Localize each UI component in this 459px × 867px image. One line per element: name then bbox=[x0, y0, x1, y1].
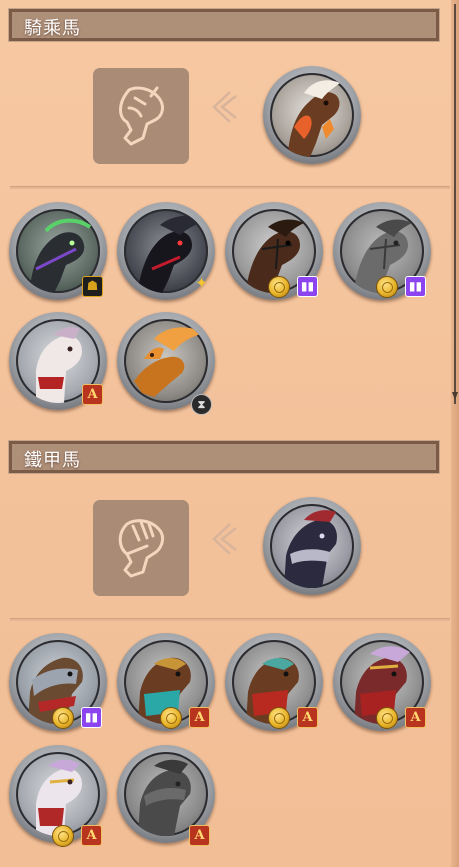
armored-horse-placeholder-icon bbox=[118, 519, 165, 578]
gold-coin-icon bbox=[376, 707, 398, 729]
section-header-riding: 騎乘馬 bbox=[8, 8, 440, 42]
hourglass-badge-icon: ⧗ bbox=[191, 394, 212, 415]
a-badge-icon: A bbox=[81, 825, 102, 846]
horse-portrait-dark-armor-icon bbox=[284, 510, 338, 588]
twitch-badge-icon: ▮▮ bbox=[81, 707, 102, 728]
equipped-horse-armored[interactable] bbox=[263, 497, 361, 595]
a-badge-icon: A bbox=[82, 384, 103, 405]
gold-coin-icon bbox=[268, 276, 290, 298]
horse-portrait-palomino-icon bbox=[288, 80, 340, 157]
a-badge-icon: A bbox=[405, 707, 426, 728]
chevron-left-icon bbox=[212, 91, 237, 123]
section-divider bbox=[10, 618, 450, 621]
chevron-left-icon bbox=[212, 523, 237, 555]
gold-coin-icon bbox=[376, 276, 398, 298]
gold-coin-icon bbox=[52, 707, 74, 729]
horse-portrait-white-gold-icon bbox=[36, 759, 82, 836]
a-badge-icon: A bbox=[297, 707, 318, 728]
horse-portrait-pegasus-icon bbox=[134, 327, 204, 397]
gold-coin-icon bbox=[52, 825, 74, 847]
section-divider bbox=[10, 186, 450, 189]
scrollbar[interactable] bbox=[451, 0, 459, 867]
horse-head-placeholder-icon bbox=[119, 86, 164, 146]
section-header-armored: 鐵甲馬 bbox=[8, 440, 440, 474]
section-title: 鐵甲馬 bbox=[24, 450, 81, 471]
equipped-slot-armored[interactable] bbox=[93, 500, 189, 596]
mask-badge-icon: ☗ bbox=[82, 276, 103, 297]
section-title: 騎乘馬 bbox=[24, 18, 81, 39]
equipped-slot-riding[interactable] bbox=[93, 68, 189, 164]
a-badge-icon: A bbox=[189, 825, 210, 846]
equipped-horse-riding[interactable] bbox=[263, 66, 361, 164]
gold-coin-icon bbox=[160, 707, 182, 729]
a-badge-icon: A bbox=[189, 707, 210, 728]
gold-coin-icon bbox=[268, 707, 290, 729]
twitch-badge-icon: ▮▮ bbox=[297, 276, 318, 297]
scrollbar-arrow-icon[interactable] bbox=[452, 392, 458, 400]
gold-sigil-badge-icon: ✦ bbox=[195, 274, 208, 292]
scrollbar-track[interactable] bbox=[454, 4, 456, 404]
twitch-badge-icon: ▮▮ bbox=[405, 276, 426, 297]
horse-portrait-locked-icon bbox=[138, 759, 191, 836]
